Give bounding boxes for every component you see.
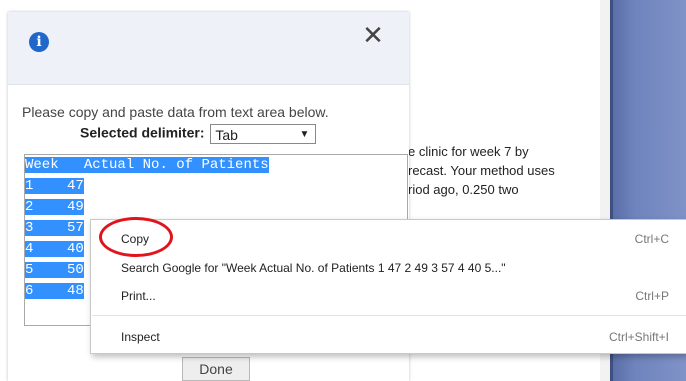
delimiter-label: Selected delimiter: — [80, 124, 205, 141]
selected-text: 47 — [67, 178, 84, 194]
close-icon[interactable]: ✕ — [360, 22, 386, 48]
selected-text: 49 — [67, 199, 84, 215]
menu-item-print[interactable]: Print... Ctrl+P — [91, 284, 686, 308]
selected-text — [33, 199, 68, 215]
delimiter-row: Selected delimiter: Tab ▼ — [80, 124, 317, 144]
selected-text: 40 — [67, 241, 84, 257]
textarea-line: 1 47 — [25, 176, 407, 197]
menu-item-label: Search Google for "Week Actual No. of Pa… — [121, 261, 506, 275]
menu-separator — [92, 315, 686, 316]
menu-item-label: Inspect — [121, 330, 160, 344]
textarea-line: Week Actual No. of Patients — [25, 155, 407, 176]
selected-text — [33, 262, 68, 278]
info-icon: i — [29, 32, 49, 52]
selected-text — [33, 178, 68, 194]
dialog-header: i ✕ — [8, 12, 409, 85]
menu-item-label: Print... — [121, 289, 156, 303]
dialog-instructions: Please copy and paste data from text are… — [22, 104, 329, 120]
selected-text — [33, 241, 68, 257]
chevron-down-icon: ▼ — [299, 129, 310, 140]
textarea-line: 2 49 — [25, 197, 407, 218]
background-text-line: e clinic for week 7 by — [408, 144, 529, 159]
menu-item-search-google[interactable]: Search Google for "Week Actual No. of Pa… — [91, 256, 686, 280]
background-text: e clinic for week 7 by recast. Your meth… — [408, 142, 608, 199]
done-button[interactable]: Done — [182, 357, 250, 381]
selected-text: Week — [25, 157, 59, 173]
background-text-line: recast. Your method uses — [408, 163, 555, 178]
selected-text: Actual No. of Patients — [83, 157, 269, 173]
menu-item-copy[interactable]: Copy Ctrl+C — [91, 227, 686, 251]
menu-item-shortcut: Ctrl+Shift+I — [608, 330, 669, 344]
menu-item-shortcut: Ctrl+C — [634, 232, 669, 246]
context-menu: Copy Ctrl+C Search Google for "Week Actu… — [90, 219, 686, 354]
menu-item-label: Copy — [121, 232, 150, 246]
delimiter-value: Tab — [215, 127, 238, 143]
selected-text — [58, 157, 84, 173]
selected-text — [33, 283, 68, 299]
selected-text: 57 — [67, 220, 84, 236]
menu-item-shortcut: Ctrl+P — [635, 289, 669, 303]
selected-text: 50 — [67, 262, 84, 278]
selected-text: 48 — [67, 283, 84, 299]
delimiter-select[interactable]: Tab ▼ — [210, 124, 317, 144]
menu-item-inspect[interactable]: Inspect Ctrl+Shift+I — [91, 325, 686, 349]
background-text-line: riod ago, 0.250 two — [408, 182, 519, 197]
selected-text — [33, 220, 68, 236]
